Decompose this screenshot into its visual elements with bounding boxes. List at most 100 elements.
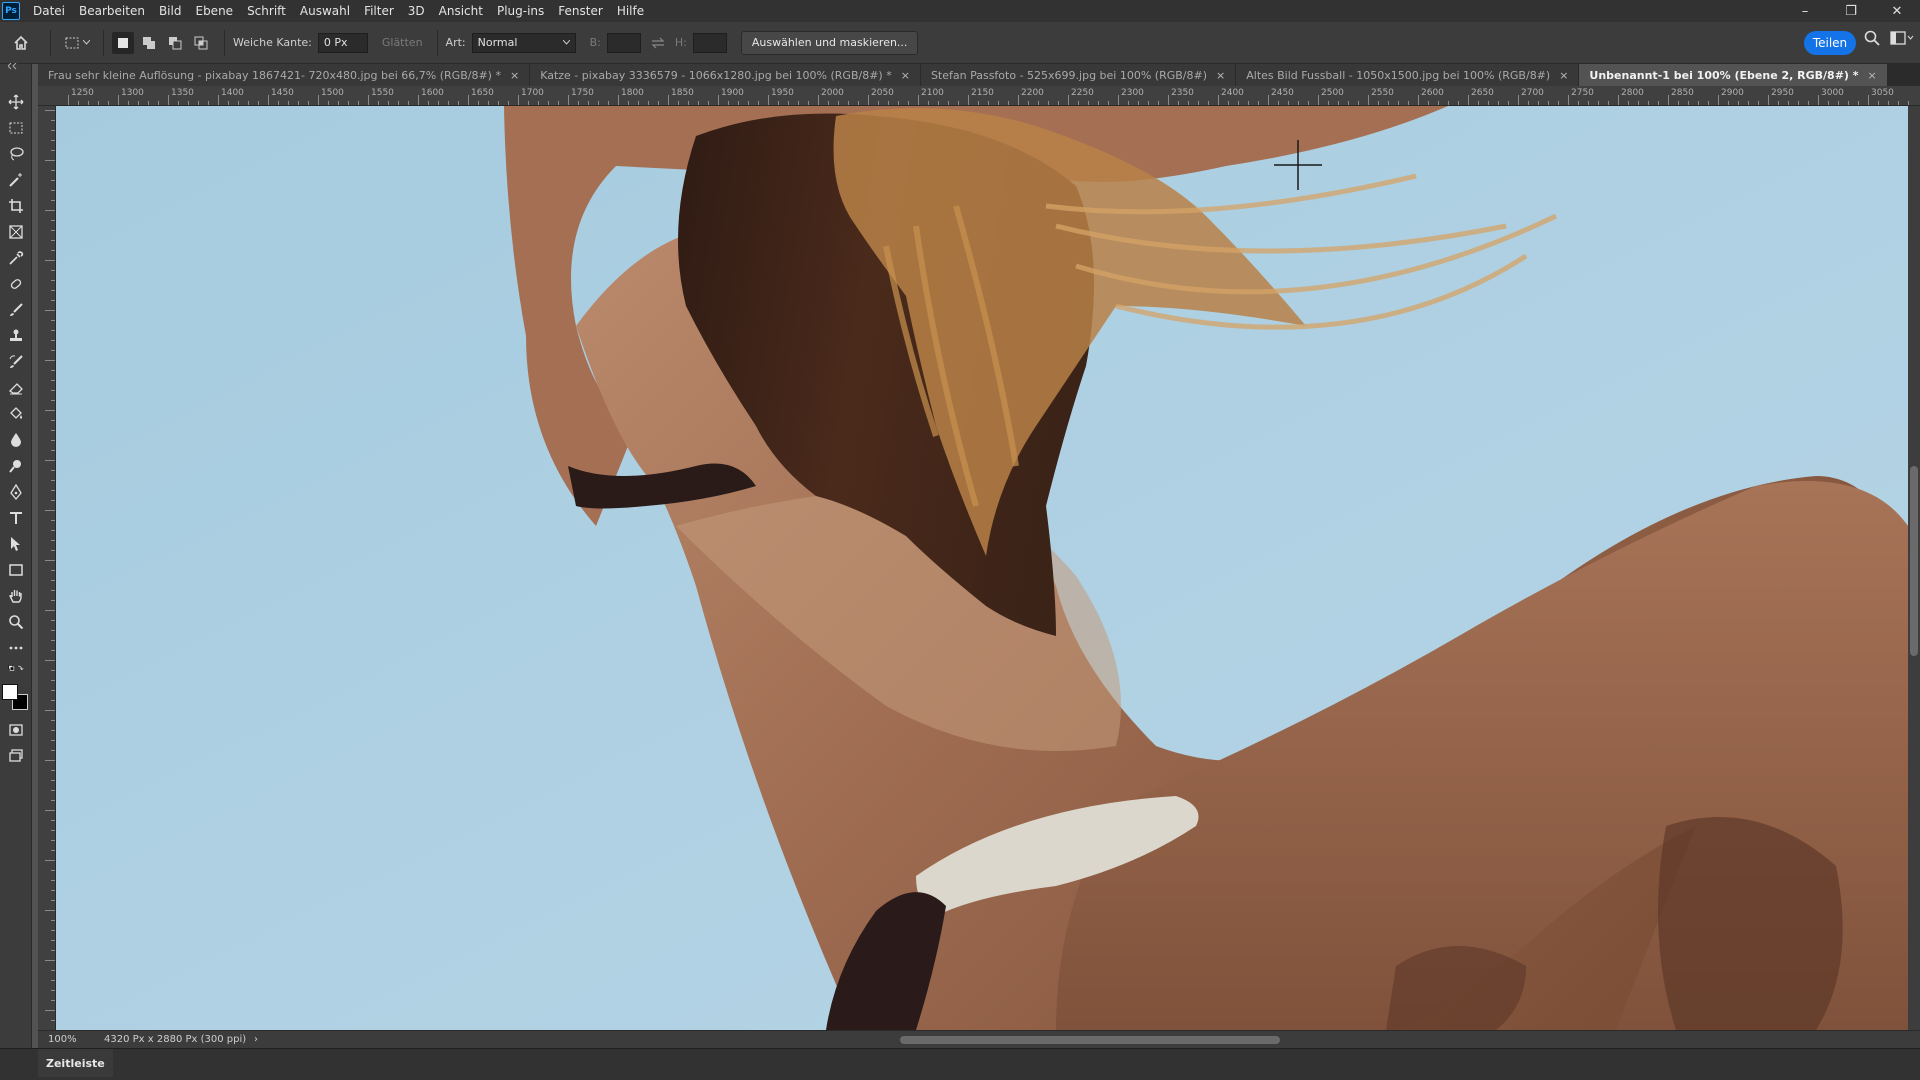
menu-fenster[interactable]: Fenster [551, 0, 610, 22]
toolbar-collapse-button[interactable] [6, 63, 26, 76]
share-button[interactable]: Teilen [1804, 31, 1856, 55]
ruler-minor-tick [1508, 101, 1509, 105]
close-button[interactable]: ✕ [1874, 0, 1920, 22]
blur-tool[interactable] [6, 430, 26, 450]
menu-ansicht[interactable]: Ansicht [432, 0, 490, 22]
tool-preset-picker[interactable] [59, 30, 95, 56]
magic-wand-tool[interactable] [6, 170, 26, 190]
tab-close-button[interactable]: × [1559, 69, 1568, 82]
ruler-tick [1318, 95, 1319, 105]
ruler-minor-tick [1738, 101, 1739, 105]
ruler-label: 2300 [1121, 88, 1144, 98]
zoom-tool[interactable] [6, 612, 26, 632]
menu-plugins[interactable]: Plug-ins [490, 0, 551, 22]
history-brush-tool[interactable] [6, 352, 26, 372]
menu-hilfe[interactable]: Hilfe [610, 0, 651, 22]
clone-stamp-icon [10, 329, 22, 341]
vertical-scrollbar[interactable] [1908, 106, 1920, 1030]
menu-datei[interactable]: Datei [26, 0, 72, 22]
tab-unbenannt-1[interactable]: Unbenannt-1 bei 100% (Ebene 2, RGB/8#) *… [1579, 64, 1888, 86]
frame-tool[interactable] [6, 222, 26, 242]
dodge-tool[interactable] [6, 456, 26, 476]
ruler-label: 2600 [1421, 88, 1444, 98]
search-icon[interactable] [1864, 30, 1880, 46]
lasso-tool[interactable] [6, 144, 26, 164]
tab-close-button[interactable]: × [1216, 69, 1225, 82]
workspace-icon[interactable] [1890, 31, 1914, 45]
menu-ebene[interactable]: Ebene [188, 0, 240, 22]
document-canvas[interactable] [56, 106, 1908, 1030]
feather-input[interactable]: 0 Px [317, 32, 368, 53]
add-selection-button[interactable] [138, 32, 160, 54]
foreground-color-swatch[interactable] [2, 684, 18, 700]
zoom-level[interactable]: 100% [48, 1034, 98, 1045]
height-input[interactable] [692, 32, 727, 53]
brush-tool[interactable] [6, 300, 26, 320]
ruler-tick [51, 990, 55, 991]
eraser-tool[interactable] [6, 378, 26, 398]
restore-button[interactable]: ❐ [1828, 0, 1874, 22]
vertical-scroll-thumb[interactable] [1910, 466, 1918, 656]
swap-dimensions-icon[interactable] [651, 37, 665, 49]
menu-bild[interactable]: Bild [152, 0, 189, 22]
status-menu-arrow-icon[interactable]: › [254, 1034, 258, 1045]
ruler-tick [51, 230, 55, 231]
ruler-minor-tick [348, 101, 349, 105]
eyedropper-tool[interactable] [6, 248, 26, 268]
move-tool[interactable] [6, 92, 26, 112]
menu-schrift[interactable]: Schrift [240, 0, 293, 22]
more-tools-button[interactable] [6, 638, 26, 658]
ruler-vertical[interactable] [38, 106, 56, 1030]
path-select-tool[interactable] [6, 534, 26, 554]
ruler-horizontal[interactable]: 1250 1300 1350 1400 1450 1500 1550 1600 1650 1700… [38, 86, 1920, 106]
paint-bucket-tool[interactable] [6, 404, 26, 424]
width-input[interactable] [606, 32, 641, 53]
menu-3d[interactable]: 3D [401, 0, 432, 22]
rect-marquee-tool[interactable] [6, 118, 26, 138]
healing-brush-tool[interactable] [6, 274, 26, 294]
rectangle-tool[interactable] [6, 560, 26, 580]
screen-mode-button[interactable] [6, 746, 26, 766]
subtract-selection-button[interactable] [164, 32, 186, 54]
ruler-tick [51, 1000, 55, 1001]
ruler-tick [51, 740, 55, 741]
home-button[interactable] [0, 22, 42, 64]
ruler-tick [45, 360, 55, 361]
ruler-tick [51, 880, 55, 881]
ruler-minor-tick [1678, 101, 1679, 105]
type-tool[interactable] [6, 508, 26, 528]
quick-mask-button[interactable] [6, 720, 26, 740]
ruler-minor-tick [548, 101, 549, 105]
pen-tool[interactable] [6, 482, 26, 502]
clone-stamp-tool[interactable] [6, 326, 26, 346]
menu-auswahl[interactable]: Auswahl [293, 0, 357, 22]
swap-colors-button[interactable] [6, 662, 26, 676]
intersect-selection-button[interactable] [190, 32, 212, 54]
antialias-checkbox[interactable]: Glätten [382, 36, 423, 49]
frame-icon [9, 225, 23, 239]
crop-tool[interactable] [6, 196, 26, 216]
minimize-button[interactable]: – [1782, 0, 1828, 22]
ruler-minor-tick [238, 101, 239, 105]
ruler-label: 1600 [421, 88, 444, 98]
horizontal-scroll-thumb[interactable] [900, 1036, 1280, 1044]
ruler-label: 1900 [721, 88, 744, 98]
photoshop-logo-icon[interactable]: Ps [2, 2, 20, 20]
tab-katze[interactable]: Katze - pixabay 3336579 - 1066x1280.jpg … [530, 64, 921, 86]
hand-tool[interactable] [6, 586, 26, 606]
tab-frau[interactable]: Frau sehr kleine Auflösung - pixabay 186… [38, 64, 531, 86]
tab-stefan-passfoto[interactable]: Stefan Passfoto - 525x699.jpg bei 100% (… [920, 64, 1237, 86]
tab-close-button[interactable]: × [1868, 69, 1877, 82]
menu-bearbeiten[interactable]: Bearbeiten [72, 0, 152, 22]
tab-close-button[interactable]: × [901, 69, 910, 82]
tab-altes-bild-fussball[interactable]: Altes Bild Fussball - 1050x1500.jpg bei … [1236, 64, 1580, 86]
new-selection-button[interactable] [112, 31, 134, 54]
style-select[interactable]: Normal [471, 32, 576, 53]
menu-filter[interactable]: Filter [357, 0, 401, 22]
photoshop-window: Ps Datei Bearbeiten Bild Ebene Schrift A… [0, 0, 1920, 1080]
tab-close-button[interactable]: × [510, 69, 519, 82]
tab-timeline[interactable]: Zeitleiste [38, 1049, 113, 1077]
ruler-minor-tick [298, 101, 299, 105]
select-and-mask-button[interactable]: Auswählen und maskieren... [740, 30, 919, 55]
ruler-minor-tick [1348, 101, 1349, 105]
